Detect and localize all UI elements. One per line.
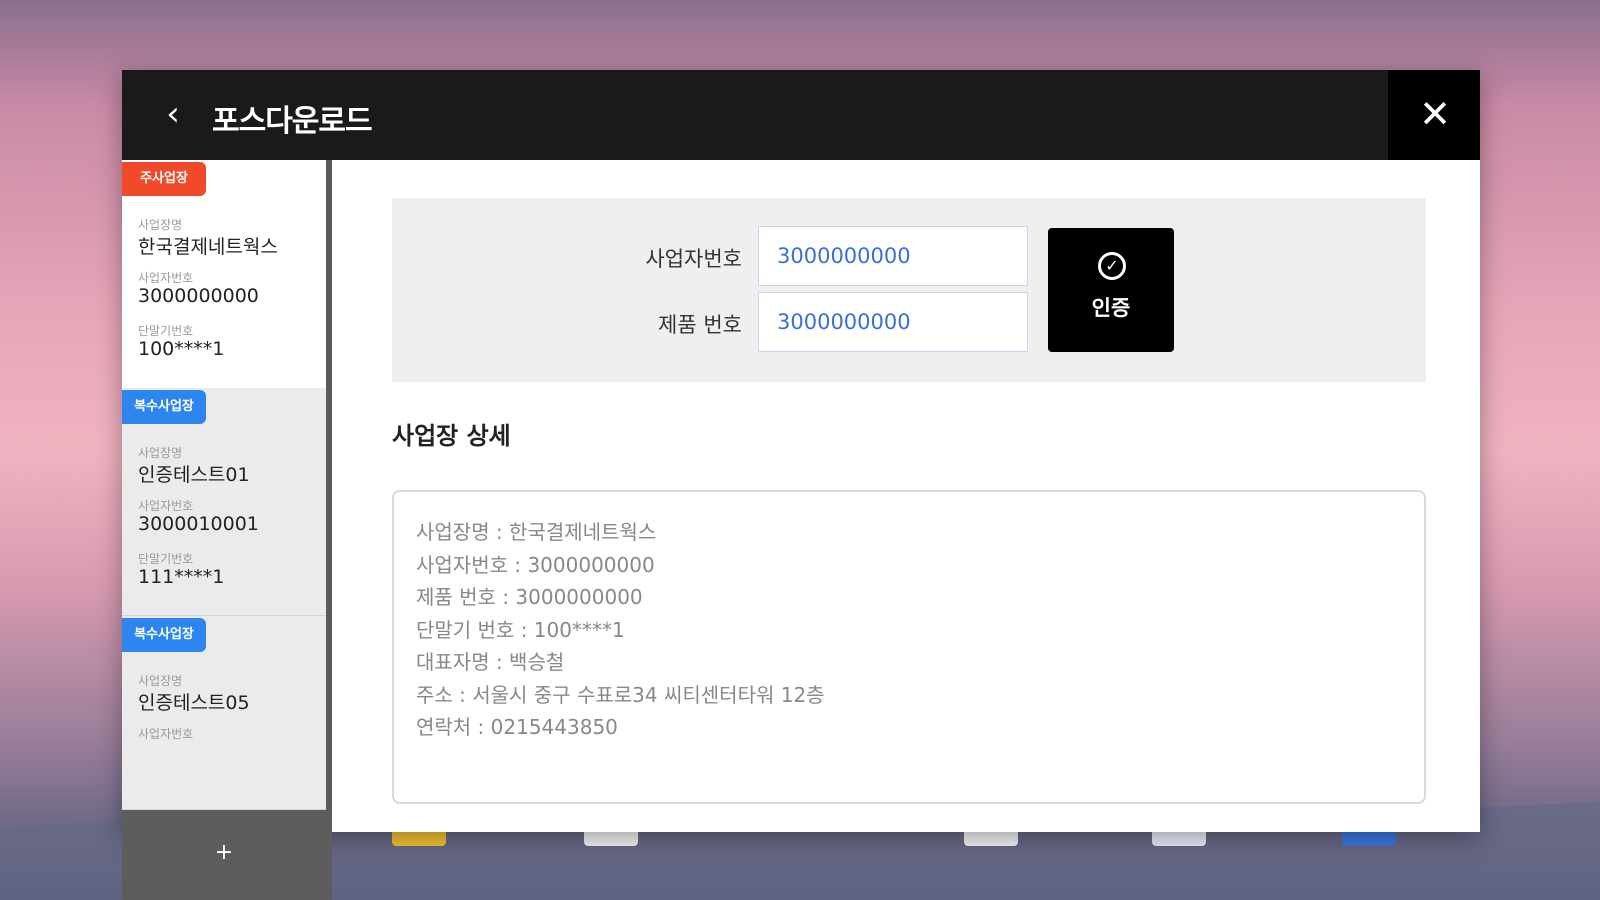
business-number: 3000010001 [138, 513, 259, 535]
add-business-button[interactable]: + [122, 810, 332, 900]
detail-line-ceo: 대표자명 : 백승철 [416, 650, 565, 674]
badge-multi-business: 복수사업장 [122, 390, 206, 424]
bizno-field-label: 사업자번호 [645, 247, 742, 271]
bizno-input[interactable] [758, 226, 1028, 286]
pos-download-window: ‹ 포스다운로드 ✕ 주사업장 사업장명 한국결제네트웍스 사업자번호 3000… [122, 70, 1480, 900]
business-card[interactable]: 복수사업장 사업장명 인증테스트01 사업자번호 3000010001 단말기번… [122, 388, 326, 616]
check-circle-icon: ✓ [1098, 252, 1126, 280]
terminal-label: 단말기번호 [138, 324, 194, 338]
detail-line-bizno: 사업자번호 : 3000000000 [416, 552, 655, 577]
name-label: 사업장명 [138, 218, 183, 232]
business-list-sidebar: 주사업장 사업장명 한국결제네트웍스 사업자번호 3000000000 단말기번… [122, 160, 332, 900]
business-name: 인증테스트05 [138, 692, 250, 714]
terminal-number: 111****1 [138, 566, 225, 588]
name-label: 사업장명 [138, 674, 183, 688]
business-name: 한국결제네트웍스 [138, 236, 278, 258]
detail-line-name: 사업장명 : 한국결제네트웍스 [416, 520, 657, 544]
detail-title: 사업장 상세 [392, 422, 511, 450]
product-field-label: 제품 번호 [658, 313, 742, 337]
detail-line-contact: 연락처 : 0215443850 [416, 715, 618, 739]
auth-button[interactable]: ✓ 인증 [1048, 228, 1174, 352]
terminal-label: 단말기번호 [138, 552, 194, 566]
title-bar: ‹ 포스다운로드 ✕ [122, 70, 1480, 160]
bizno-label: 사업자번호 [138, 271, 194, 285]
bizno-label: 사업자번호 [138, 727, 194, 741]
auth-panel: 사업자번호 제품 번호 ✓ 인증 [392, 198, 1426, 382]
business-number: 3000000000 [138, 285, 259, 307]
name-label: 사업장명 [138, 446, 183, 460]
business-card[interactable]: 복수사업장 사업장명 인증테스트05 사업자번호 [122, 616, 326, 810]
plus-icon: + [214, 840, 234, 865]
badge-multi-business: 복수사업장 [122, 618, 206, 652]
detail-box: 사업장명 : 한국결제네트웍스 사업자번호 : 3000000000 제품 번호… [392, 490, 1426, 804]
detail-line-terminal: 단말기 번호 : 100****1 [416, 617, 625, 642]
auth-button-label: 인증 [1091, 296, 1131, 320]
product-number-input[interactable] [758, 292, 1028, 352]
detail-line-product: 제품 번호 : 3000000000 [416, 585, 643, 609]
badge-main-business: 주사업장 [122, 162, 206, 196]
back-button[interactable]: ‹ [150, 92, 196, 138]
close-icon: ✕ [1419, 92, 1451, 136]
business-name: 인증테스트01 [138, 464, 250, 486]
window-title: 포스다운로드 [212, 104, 373, 139]
terminal-number: 100****1 [138, 338, 225, 360]
bizno-label: 사업자번호 [138, 499, 194, 513]
close-button[interactable]: ✕ [1412, 92, 1458, 138]
business-card[interactable]: 주사업장 사업장명 한국결제네트웍스 사업자번호 3000000000 단말기번… [122, 160, 326, 388]
detail-line-address: 주소 : 서울시 중구 수표로34 씨티센터타워 12층 [416, 682, 825, 707]
chevron-left-icon: ‹ [166, 94, 180, 134]
